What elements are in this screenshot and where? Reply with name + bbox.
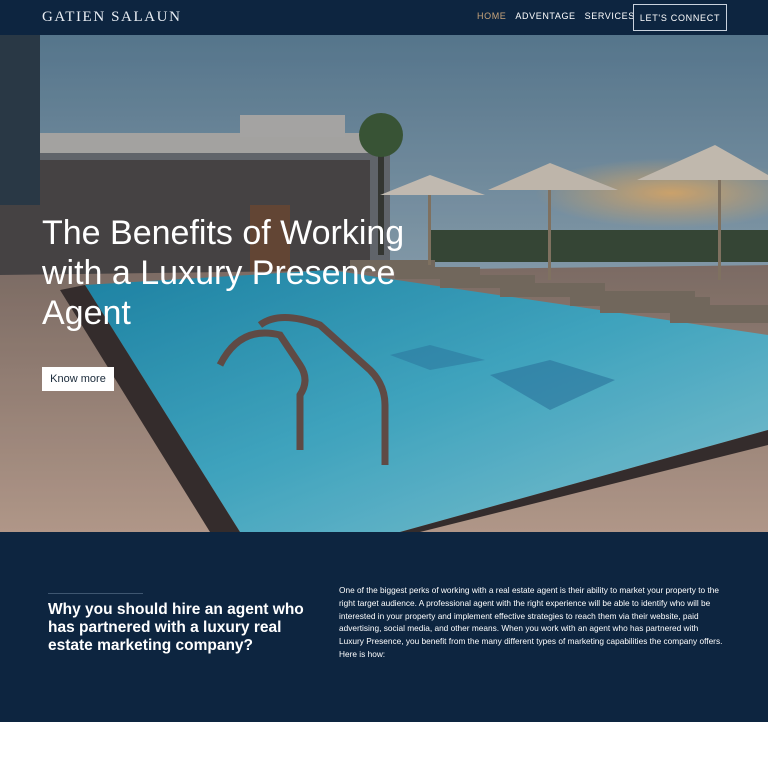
heading-divider [48,593,143,594]
nav-link-home[interactable]: HOME [477,11,506,21]
next-section-start [0,722,768,768]
hero-title: The Benefits of Working with a Luxury Pr… [42,214,405,332]
info-body-text: One of the biggest perks of working with… [339,585,723,659]
know-more-button[interactable]: Know more [42,367,114,391]
site-logo[interactable]: GATIEN SALAUN [42,9,182,26]
top-navigation-bar: GATIEN SALAUN HOME ADVENTAGE SERVICES LE… [0,0,768,35]
info-section: Why you should hire an agent who has par… [0,532,768,722]
hero-section: The Benefits of Working with a Luxury Pr… [0,35,768,532]
info-heading: Why you should hire an agent who has par… [48,601,304,654]
nav-link-adventage[interactable]: ADVENTAGE [515,11,575,21]
lets-connect-button[interactable]: LET'S CONNECT [633,4,727,31]
nav-link-services[interactable]: SERVICES [585,11,635,21]
nav-links: HOME ADVENTAGE SERVICES [477,11,635,21]
